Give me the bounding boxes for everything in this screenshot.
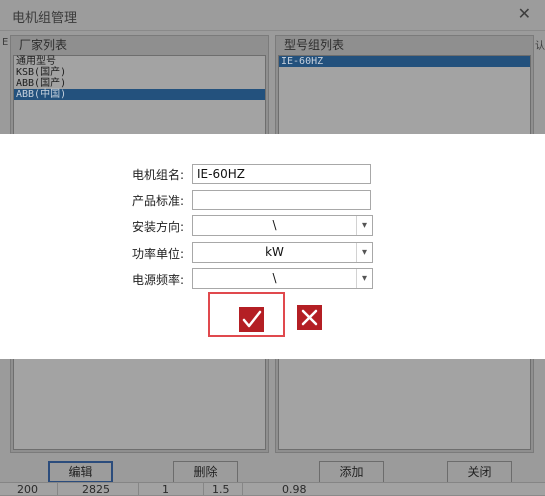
delete-button[interactable]: 删除: [173, 461, 238, 483]
table-cell: 1: [162, 483, 169, 496]
window-close-icon[interactable]: ✕: [518, 4, 531, 23]
grid-divider: [242, 483, 243, 495]
table-cell: 2825: [82, 483, 110, 496]
table-row: 200 2825 1 1.5 0.98: [0, 482, 545, 496]
edge-text-left: E: [2, 37, 9, 48]
power-frequency-row: 电源频率: \ ▾: [0, 268, 545, 289]
power-frequency-select[interactable]: \ ▾: [192, 268, 373, 289]
product-standard-label: 产品标准:: [131, 194, 184, 208]
power-unit-row: 功率单位: kW ▾: [0, 242, 545, 263]
model-group-panel-header: 型号组列表: [284, 38, 345, 52]
grid-divider: [203, 483, 204, 495]
confirm-button[interactable]: [239, 307, 264, 332]
checkmark-icon: [242, 310, 262, 328]
power-unit-label: 功率单位:: [131, 247, 184, 261]
cancel-button[interactable]: [297, 305, 322, 330]
close-button[interactable]: 关闭: [447, 461, 512, 483]
vendor-panel-header: 厂家列表: [19, 38, 68, 52]
table-cell: 1.5: [212, 483, 230, 496]
grid-divider: [57, 483, 58, 495]
group-name-label: 电机组名:: [131, 168, 184, 182]
add-button[interactable]: 添加: [319, 461, 384, 483]
motor-group-edit-dialog: 电机组名: 产品标准: 安装方向: \ ▾ 功率单位: kW ▾ 电源频率: \…: [0, 134, 545, 359]
power-unit-select[interactable]: kW ▾: [192, 242, 373, 263]
product-standard-input[interactable]: [192, 190, 371, 210]
install-direction-select[interactable]: \ ▾: [192, 215, 373, 236]
list-item[interactable]: ABB(国产): [14, 78, 265, 89]
table-cell: 200: [17, 483, 38, 496]
window-titlebar: 电机组管理 ✕: [0, 0, 545, 31]
product-standard-row: 产品标准:: [0, 189, 545, 210]
group-name-row: 电机组名:: [0, 163, 545, 184]
list-item[interactable]: KSB(国产): [14, 67, 265, 78]
power-frequency-value: \: [272, 271, 277, 285]
edit-button[interactable]: 编辑: [48, 461, 113, 483]
list-item[interactable]: 通用型号: [14, 56, 265, 67]
install-direction-label: 安装方向:: [131, 220, 184, 234]
close-x-icon: [301, 309, 318, 326]
grid-divider: [138, 483, 139, 495]
window-title: 电机组管理: [12, 11, 78, 26]
table-cell: 0.98: [282, 483, 307, 496]
install-direction-row: 安装方向: \ ▾: [0, 215, 545, 236]
group-name-input[interactable]: [192, 164, 371, 184]
power-unit-value: kW: [265, 245, 284, 259]
chevron-down-icon[interactable]: ▾: [356, 243, 372, 262]
chevron-down-icon[interactable]: ▾: [356, 269, 372, 288]
edge-text-right: 认: [535, 41, 545, 52]
power-frequency-label: 电源频率:: [131, 273, 184, 287]
chevron-down-icon[interactable]: ▾: [356, 216, 372, 235]
list-item[interactable]: IE-60HZ: [279, 56, 530, 67]
install-direction-value: \: [272, 218, 277, 232]
list-item[interactable]: ABB(中国): [14, 89, 265, 100]
confirm-button-highlight: [208, 292, 285, 337]
